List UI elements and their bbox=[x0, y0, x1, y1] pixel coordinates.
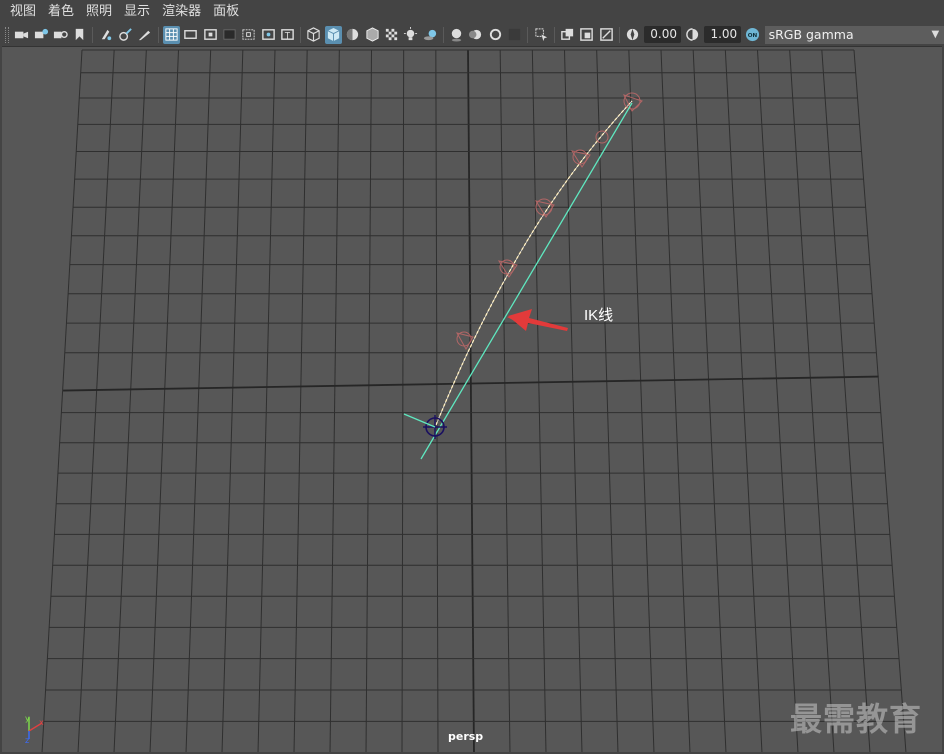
axis-x-label: x bbox=[39, 718, 44, 727]
safe-action-icon[interactable] bbox=[259, 26, 276, 44]
gamma-icon[interactable] bbox=[684, 26, 701, 44]
sculpt-icon[interactable] bbox=[136, 26, 153, 44]
camera-name-label: persp bbox=[448, 730, 484, 743]
field-chart-icon[interactable] bbox=[240, 26, 257, 44]
shadows-icon[interactable] bbox=[421, 26, 438, 44]
perspective-viewport[interactable]: y x z bbox=[2, 46, 942, 752]
chevron-down-icon: ▼ bbox=[931, 28, 940, 40]
ik-handle-line[interactable] bbox=[420, 102, 633, 460]
anti-aliasing-icon[interactable] bbox=[487, 26, 504, 44]
menu-bar: 视图 着色 照明 显示 渲染器 面板 bbox=[0, 0, 944, 24]
smooth-shade-icon[interactable] bbox=[324, 25, 342, 44]
camera-icon[interactable] bbox=[13, 26, 30, 44]
film-gate-icon[interactable] bbox=[182, 26, 199, 44]
wireframe-icon[interactable] bbox=[305, 26, 322, 44]
menu-renderer[interactable]: 渲染器 bbox=[156, 0, 207, 24]
isolate-select-icon[interactable] bbox=[532, 26, 549, 44]
depth-of-field-icon[interactable] bbox=[506, 26, 523, 44]
color-management-badge: ON bbox=[748, 33, 758, 39]
menu-panels[interactable]: 面板 bbox=[207, 0, 245, 24]
toolbar-handle[interactable] bbox=[5, 26, 9, 43]
toolbar-separator bbox=[527, 26, 529, 43]
color-management-icon[interactable]: ON bbox=[744, 26, 761, 44]
2d-pan-icon[interactable] bbox=[97, 26, 114, 44]
toolbar-separator bbox=[553, 26, 555, 43]
bookmark-icon[interactable] bbox=[52, 26, 69, 44]
axis-gizmo: y x z bbox=[25, 714, 44, 745]
menu-lighting[interactable]: 照明 bbox=[80, 0, 118, 24]
toolbar-separator bbox=[157, 26, 159, 43]
toolbar-separator bbox=[92, 26, 94, 43]
axis-y-label: y bbox=[25, 714, 30, 723]
svg-text:T: T bbox=[284, 30, 291, 40]
exposure-icon[interactable] bbox=[624, 26, 641, 44]
screen-space-ao-icon[interactable] bbox=[448, 26, 465, 44]
default-material-icon[interactable] bbox=[344, 26, 361, 44]
annotation-label: IK线 bbox=[584, 307, 614, 324]
camera-attributes-icon[interactable] bbox=[32, 26, 49, 44]
wireframe-on-shaded-icon[interactable] bbox=[363, 26, 380, 44]
panel-toolbar: T 0.00 1.00 ON sRGB gamma ▼ bbox=[0, 24, 944, 45]
menu-show[interactable]: 显示 bbox=[118, 0, 156, 24]
ik-handle[interactable] bbox=[403, 413, 447, 439]
xray-active-components-icon[interactable] bbox=[578, 26, 595, 44]
texture-placement-icon[interactable] bbox=[597, 26, 614, 44]
gate-mask-icon[interactable] bbox=[221, 26, 238, 44]
color-space-value: sRGB gamma bbox=[768, 26, 854, 42]
toolbar-separator bbox=[442, 26, 444, 43]
annotation-arrow bbox=[508, 309, 568, 331]
safe-title-icon[interactable]: T bbox=[279, 26, 296, 44]
image-plane-icon[interactable] bbox=[71, 26, 88, 44]
xray-joints-icon[interactable] bbox=[559, 26, 576, 44]
exposure-field[interactable]: 0.00 bbox=[644, 26, 681, 43]
grease-pencil-icon[interactable] bbox=[117, 26, 134, 44]
menu-view[interactable]: 视图 bbox=[4, 0, 42, 24]
color-space-dropdown[interactable]: sRGB gamma ▼ bbox=[764, 25, 944, 44]
gamma-field[interactable]: 1.00 bbox=[704, 26, 742, 43]
scene-overlay: y x z bbox=[25, 92, 643, 745]
motion-blur-icon[interactable] bbox=[467, 26, 484, 44]
use-all-lights-icon[interactable] bbox=[402, 26, 419, 44]
toolbar-separator bbox=[618, 26, 620, 43]
watermark: 最需教育 bbox=[790, 700, 923, 738]
resolution-gate-icon[interactable] bbox=[201, 26, 218, 44]
grid-icon[interactable] bbox=[162, 25, 180, 44]
toolbar-separator bbox=[300, 26, 302, 43]
xray-icon[interactable] bbox=[383, 26, 400, 44]
axis-z-label: z bbox=[25, 736, 29, 745]
menu-shading[interactable]: 着色 bbox=[42, 0, 80, 24]
